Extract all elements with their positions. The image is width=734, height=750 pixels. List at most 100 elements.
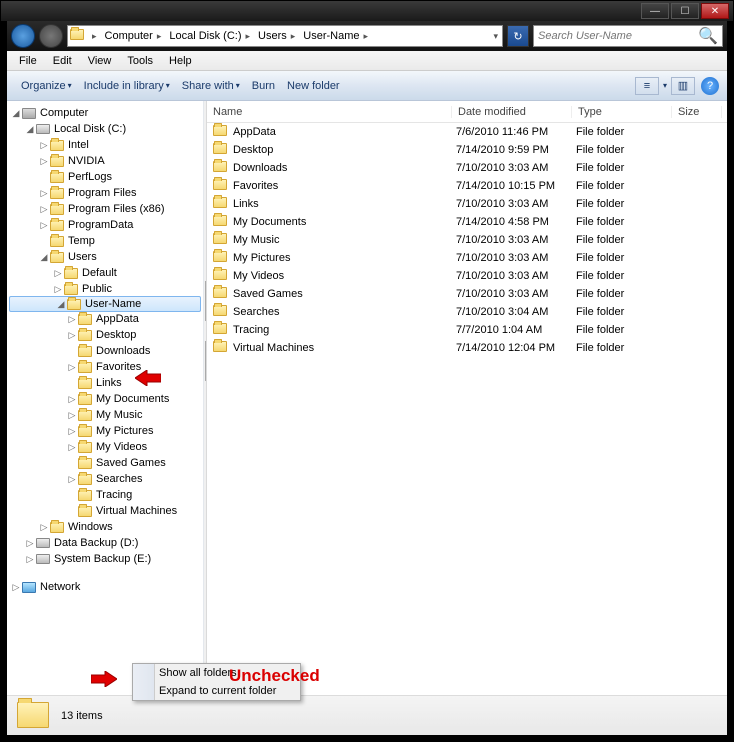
tree-username[interactable]: ◢User-Name xyxy=(9,296,201,312)
list-item[interactable]: My Documents7/14/2010 4:58 PMFile folder xyxy=(207,213,727,231)
menu-view[interactable]: View xyxy=(80,53,120,69)
folder-icon xyxy=(213,179,227,190)
breadcrumb[interactable]: Computer▸ xyxy=(101,26,166,46)
list-item[interactable]: Downloads7/10/2010 3:03 AMFile folder xyxy=(207,159,727,177)
navigation-pane[interactable]: ◢Computer ◢Local Disk (C:) ▷Intel ▷NVIDI… xyxy=(7,101,204,695)
tree-item[interactable]: ▷AppData xyxy=(7,311,203,327)
menu-tools[interactable]: Tools xyxy=(119,53,161,69)
drive-icon xyxy=(36,124,50,134)
tree-cdrive[interactable]: ◢Local Disk (C:) xyxy=(7,121,203,137)
breadcrumb[interactable]: ▸ xyxy=(84,26,101,46)
tree-item[interactable]: ▷Program Files xyxy=(7,185,203,201)
tree-item[interactable]: Temp xyxy=(7,233,203,249)
tree-item[interactable]: ▷Program Files (x86) xyxy=(7,201,203,217)
minimize-button[interactable]: — xyxy=(641,3,669,19)
search-box[interactable]: 🔍 xyxy=(533,25,723,47)
breadcrumb[interactable]: User-Name▸ xyxy=(299,26,372,46)
burn-button[interactable]: Burn xyxy=(246,76,281,96)
file-date: 7/10/2010 3:03 AM xyxy=(456,234,576,246)
tree-desktop[interactable]: ▷Desktop xyxy=(7,327,203,343)
tree-item[interactable]: ▷ProgramData xyxy=(7,217,203,233)
menu-help[interactable]: Help xyxy=(161,53,200,69)
folder-icon xyxy=(17,702,49,730)
list-item[interactable]: My Music7/10/2010 3:03 AMFile folder xyxy=(207,231,727,249)
list-item[interactable]: Links7/10/2010 3:03 AMFile folder xyxy=(207,195,727,213)
menu-edit[interactable]: Edit xyxy=(45,53,80,69)
dropdown-icon[interactable]: ▾ xyxy=(489,31,502,42)
list-item[interactable]: Tracing7/7/2010 1:04 AMFile folder xyxy=(207,321,727,339)
list-item[interactable]: Favorites7/14/2010 10:15 PMFile folder xyxy=(207,177,727,195)
tree-item[interactable]: ▷Favorites xyxy=(7,359,203,375)
tree-item[interactable]: ▷My Videos xyxy=(7,439,203,455)
file-type: File folder xyxy=(576,288,676,300)
col-type[interactable]: Type xyxy=(572,106,672,118)
list-item[interactable]: Searches7/10/2010 3:04 AMFile folder xyxy=(207,303,727,321)
tree-ddrive[interactable]: ▷Data Backup (D:) xyxy=(7,535,203,551)
menu-file[interactable]: File xyxy=(11,53,45,69)
tree-item[interactable]: ▷Windows xyxy=(7,519,203,535)
file-date: 7/10/2010 3:03 AM xyxy=(456,288,576,300)
tree-item[interactable]: Links xyxy=(7,375,203,391)
address-bar[interactable]: ▸ Computer▸ Local Disk (C:)▸ Users▸ User… xyxy=(67,25,503,47)
annotation-text: Unchecked xyxy=(229,666,320,686)
titlebar[interactable]: — ☐ ✕ xyxy=(1,1,733,21)
maximize-button[interactable]: ☐ xyxy=(671,3,699,19)
folder-icon xyxy=(213,233,227,244)
forward-button[interactable] xyxy=(39,24,63,48)
list-item[interactable]: My Pictures7/10/2010 3:03 AMFile folder xyxy=(207,249,727,267)
view-mode-button[interactable]: ≡ xyxy=(635,77,659,95)
tree-network[interactable]: ▷Network xyxy=(7,579,203,595)
tree-item[interactable]: Saved Games xyxy=(7,455,203,471)
tree-item[interactable]: Downloads xyxy=(7,343,203,359)
tree-item[interactable]: ▷My Documents xyxy=(7,391,203,407)
tree-item[interactable]: ▷Intel xyxy=(7,137,203,153)
help-button[interactable]: ? xyxy=(701,77,719,95)
share-button[interactable]: Share with ▾ xyxy=(176,76,246,96)
tree-computer[interactable]: ◢Computer xyxy=(7,105,203,121)
tree-item[interactable]: ▷My Pictures xyxy=(7,423,203,439)
splitter[interactable] xyxy=(204,101,207,695)
tree-item[interactable]: ▷My Music xyxy=(7,407,203,423)
list-item[interactable]: AppData7/6/2010 11:46 PMFile folder xyxy=(207,123,727,141)
preview-pane-button[interactable]: ▥ xyxy=(671,77,695,95)
file-date: 7/6/2010 11:46 PM xyxy=(456,126,576,138)
tree-item[interactable]: ▷NVIDIA xyxy=(7,153,203,169)
breadcrumb[interactable]: Local Disk (C:)▸ xyxy=(165,26,254,46)
file-name: Favorites xyxy=(233,180,456,192)
file-type: File folder xyxy=(576,324,676,336)
tree-item[interactable]: ▷Default xyxy=(7,265,203,281)
close-button[interactable]: ✕ xyxy=(701,3,729,19)
tree-item[interactable]: ▷Public xyxy=(7,281,203,297)
organize-button[interactable]: Organize ▾ xyxy=(15,76,78,96)
file-name: AppData xyxy=(233,126,456,138)
breadcrumb[interactable]: Users▸ xyxy=(254,26,299,46)
list-item[interactable]: Saved Games7/10/2010 3:03 AMFile folder xyxy=(207,285,727,303)
file-name: Virtual Machines xyxy=(233,342,456,354)
list-item[interactable]: My Videos7/10/2010 3:03 AMFile folder xyxy=(207,267,727,285)
back-button[interactable] xyxy=(11,24,35,48)
folder-icon xyxy=(213,125,227,136)
folder-icon xyxy=(213,161,227,172)
list-item[interactable]: Desktop7/14/2010 9:59 PMFile folder xyxy=(207,141,727,159)
file-name: My Pictures xyxy=(233,252,456,264)
tree-item[interactable]: PerfLogs xyxy=(7,169,203,185)
tree-item[interactable]: Tracing xyxy=(7,487,203,503)
search-input[interactable] xyxy=(538,30,698,42)
refresh-button[interactable]: ↻ xyxy=(507,25,529,47)
include-library-button[interactable]: Include in library ▾ xyxy=(78,76,176,96)
col-name[interactable]: Name xyxy=(207,106,452,118)
tree-item[interactable]: ▷Searches xyxy=(7,471,203,487)
col-size[interactable]: Size xyxy=(672,106,722,118)
file-name: Downloads xyxy=(233,162,456,174)
col-date[interactable]: Date modified xyxy=(452,106,572,118)
tree-item[interactable]: Virtual Machines xyxy=(7,503,203,519)
tree-users[interactable]: ◢Users xyxy=(7,249,203,265)
file-type: File folder xyxy=(576,162,676,174)
list-item[interactable]: Virtual Machines7/14/2010 12:04 PMFile f… xyxy=(207,339,727,357)
tree-edrive[interactable]: ▷System Backup (E:) xyxy=(7,551,203,567)
folder-icon xyxy=(213,323,227,334)
new-folder-button[interactable]: New folder xyxy=(281,76,346,96)
folder-icon xyxy=(213,197,227,208)
column-headers[interactable]: Name Date modified Type Size xyxy=(207,101,727,123)
folder-icon xyxy=(70,29,84,40)
